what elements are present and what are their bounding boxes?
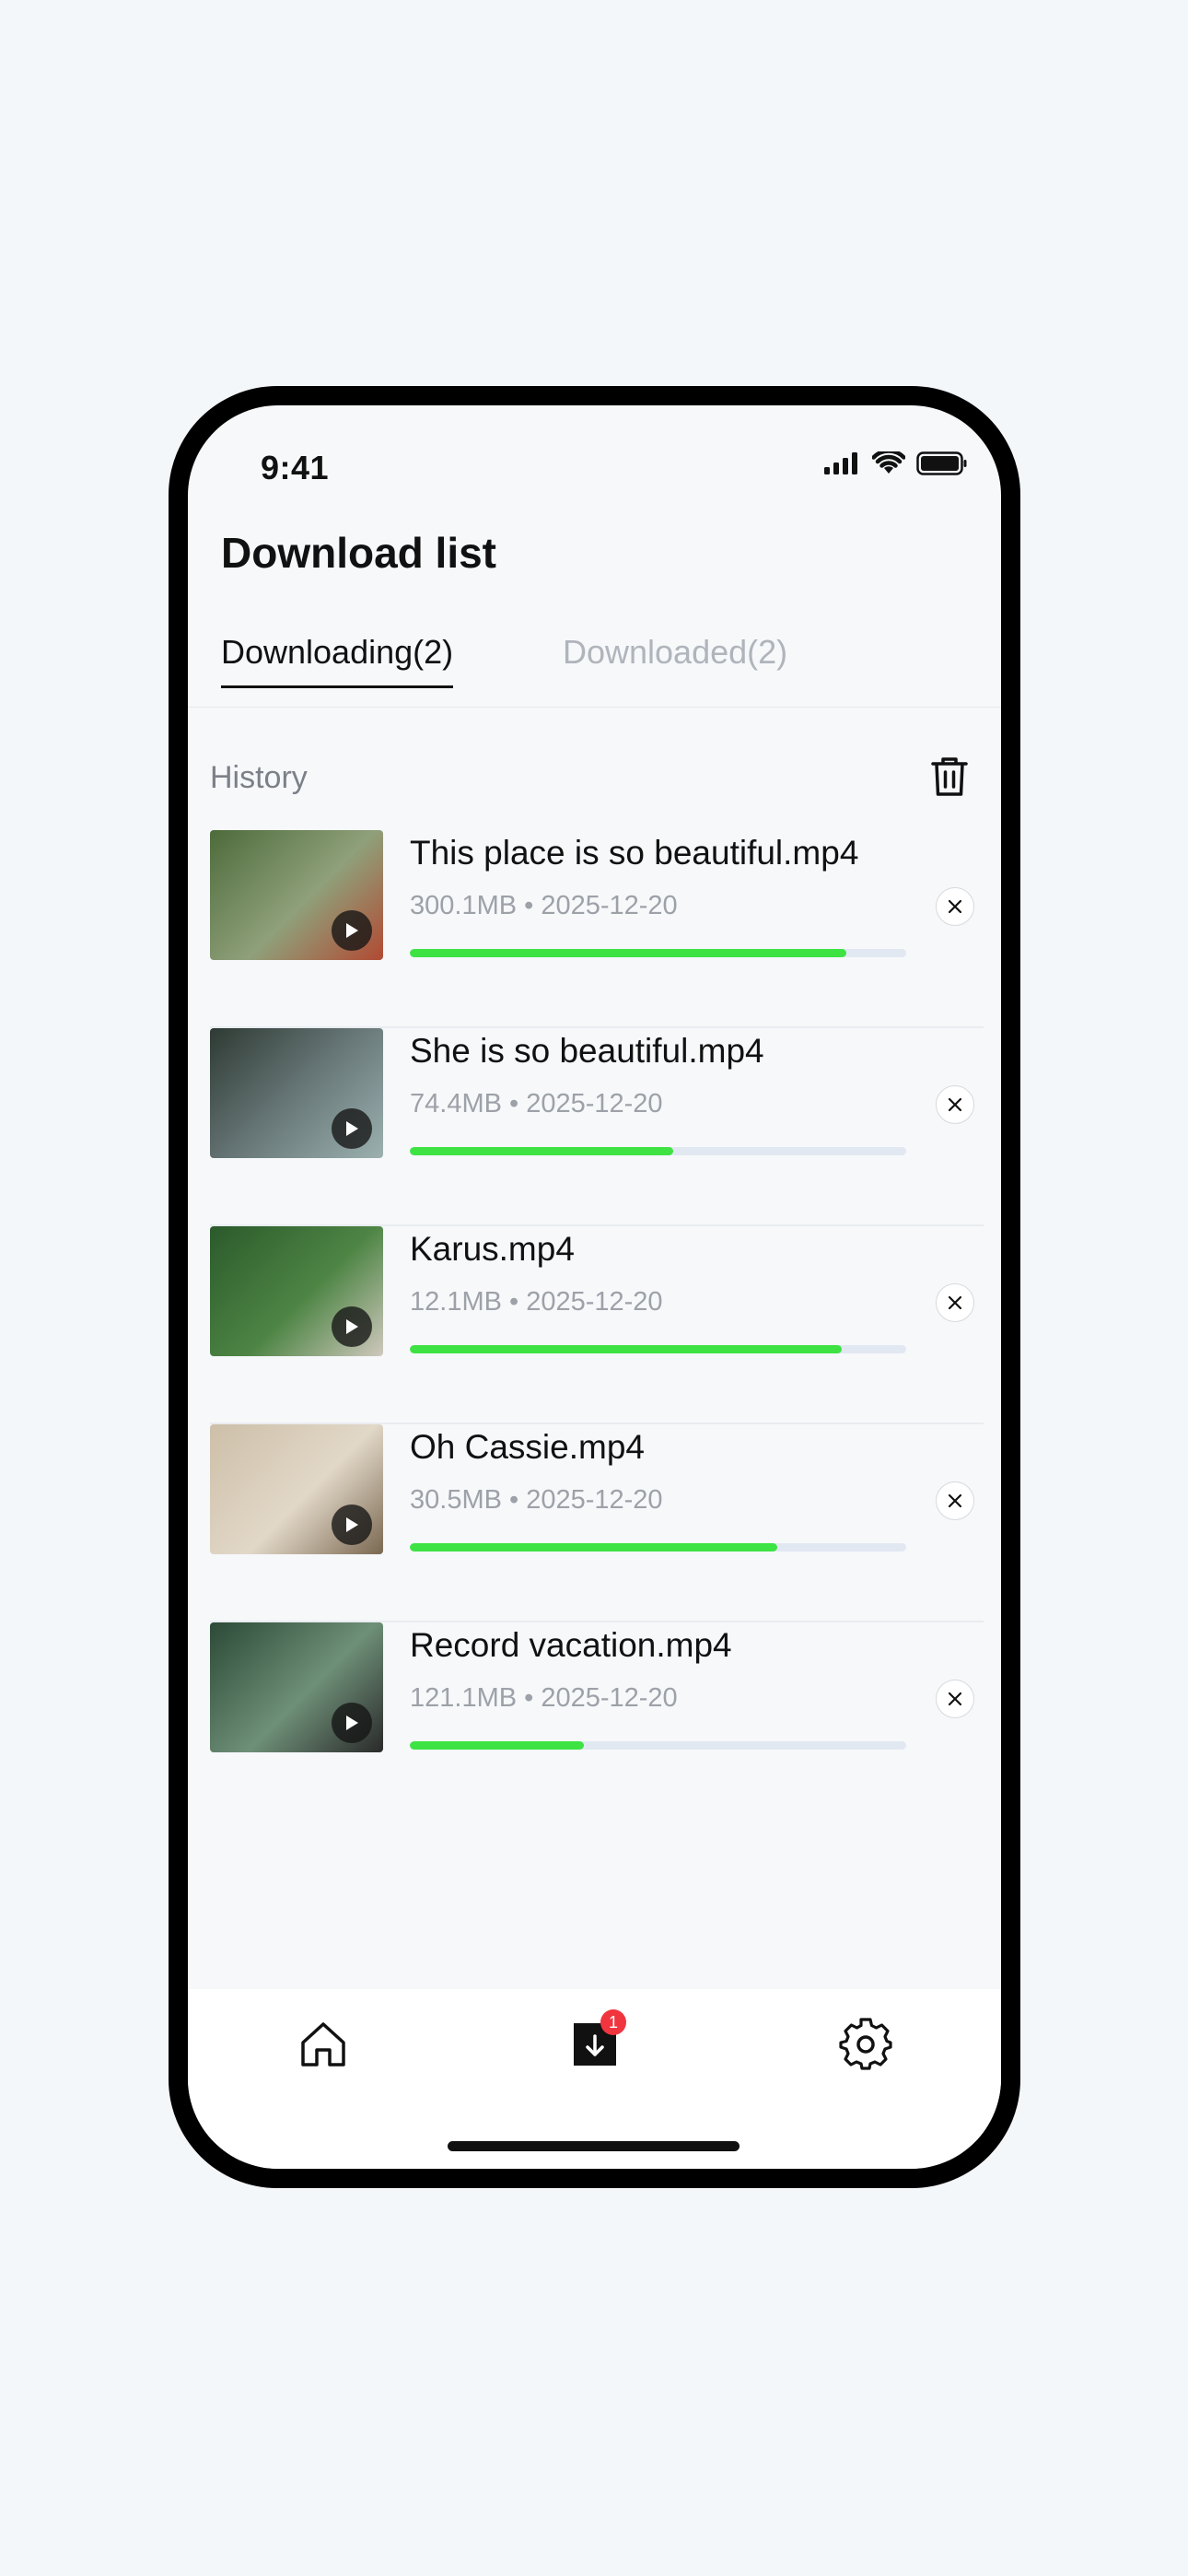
home-icon [301,2022,345,2067]
list-item[interactable]: Karus.mp4 12.1MB • 2025-12-20 [210,1226,984,1424]
file-name: This place is so beautiful.mp4 [410,834,859,872]
cancel-button[interactable] [936,1283,974,1322]
status-icons [824,451,968,475]
section-label: History [210,760,308,795]
play-icon[interactable] [332,910,372,951]
file-name: Karus.mp4 [410,1230,575,1268]
play-icon[interactable] [332,1306,372,1347]
nav-home[interactable] [296,2017,351,2072]
tab-downloaded[interactable]: Downloaded(2) [563,634,787,685]
progress-fill [410,949,847,957]
trash-icon[interactable] [929,755,970,798]
file-meta: 121.1MB • 2025-12-20 [410,1683,678,1713]
cancel-button[interactable] [936,1481,974,1520]
file-name: Oh Cassie.mp4 [410,1428,645,1466]
progress-fill [410,1741,584,1750]
download-list: This place is so beautiful.mp4 300.1MB •… [210,830,984,1819]
video-thumbnail[interactable] [210,1622,383,1752]
battery-icon [916,451,967,475]
tab-downloading[interactable]: Downloading(2) [221,634,454,688]
cancel-button[interactable] [936,1680,974,1718]
progress-bar [410,1345,906,1353]
progress-bar [410,949,906,957]
progress-fill [410,1543,777,1551]
list-item[interactable]: She is so beautiful.mp4 74.4MB • 2025-12… [210,1028,984,1226]
phone-frame: 9:41 Download list Downloading(2) Downlo… [169,386,1020,2188]
close-icon [948,1097,962,1112]
play-icon[interactable] [332,1108,372,1149]
video-thumbnail[interactable] [210,1424,383,1554]
progress-fill [410,1147,673,1155]
file-meta: 12.1MB • 2025-12-20 [410,1287,663,1317]
screen: 9:41 Download list Downloading(2) Downlo… [188,405,1001,2169]
close-icon [948,1493,962,1508]
page-title: Download list [221,529,496,577]
notification-badge: 1 [600,2009,626,2035]
status-time: 9:41 [261,449,330,486]
list-item[interactable]: Oh Cassie.mp4 30.5MB • 2025-12-20 [210,1424,984,1622]
close-icon [948,1295,962,1310]
signal-icon [824,452,857,474]
progress-bar [410,1543,906,1551]
tab-divider [188,707,1001,708]
file-meta: 30.5MB • 2025-12-20 [410,1485,663,1515]
nav-settings[interactable] [838,2017,893,2072]
file-name: Record vacation.mp4 [410,1626,732,1664]
settings-icon [839,2018,892,2070]
list-item[interactable]: Record vacation.mp4 121.1MB • 2025-12-20 [210,1622,984,1819]
video-thumbnail[interactable] [210,1028,383,1158]
play-icon[interactable] [332,1703,372,1743]
play-icon[interactable] [332,1505,372,1545]
close-icon [948,1692,962,1706]
list-item[interactable]: This place is so beautiful.mp4 300.1MB •… [210,830,984,1028]
bottom-nav: 1 [188,1989,1001,2169]
progress-fill [410,1345,842,1353]
home-indicator [448,2141,740,2151]
close-icon [948,899,962,914]
nav-downloads[interactable]: 1 [567,2009,626,2072]
file-meta: 300.1MB • 2025-12-20 [410,891,678,920]
cancel-button[interactable] [936,1085,974,1124]
tab-bar: Downloading(2) Downloaded(2) [188,634,1001,708]
video-thumbnail[interactable] [210,830,383,960]
video-thumbnail[interactable] [210,1226,383,1356]
progress-bar [410,1741,906,1750]
file-meta: 74.4MB • 2025-12-20 [410,1089,663,1118]
progress-bar [410,1147,906,1155]
cancel-button[interactable] [936,887,974,926]
file-name: She is so beautiful.mp4 [410,1032,764,1070]
wifi-icon [872,451,905,474]
